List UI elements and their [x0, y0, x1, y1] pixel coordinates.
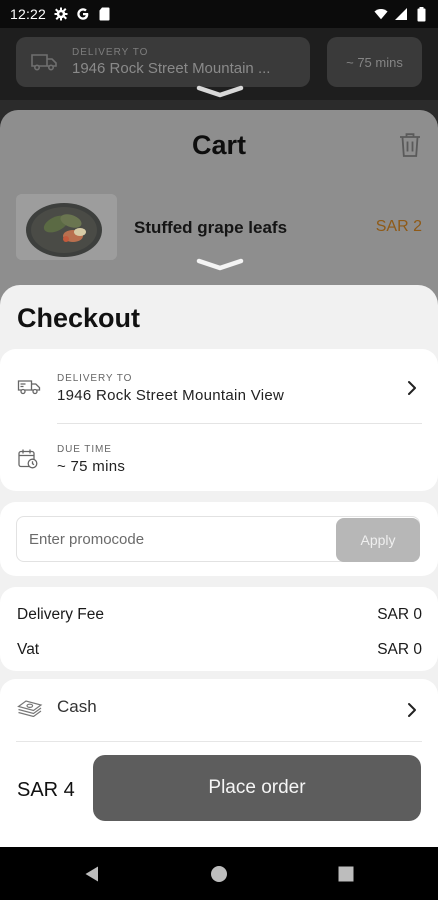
truck-icon — [30, 52, 58, 72]
payment-method-row[interactable]: Cash — [0, 679, 438, 741]
sim-card-icon — [98, 7, 112, 21]
chevron-down-icon[interactable] — [195, 84, 245, 100]
recents-icon[interactable] — [337, 865, 355, 883]
delivery-details-card: DELIVERY TO 1946 Rock Street Mountain Vi… — [0, 349, 438, 491]
checkout-title: Checkout — [17, 303, 141, 333]
payment-method-label: Cash — [57, 697, 97, 716]
vat-value: SAR 0 — [377, 641, 422, 658]
apply-promo-button[interactable]: Apply — [336, 518, 420, 562]
trash-icon[interactable] — [398, 132, 422, 158]
delivery-fee-value: SAR 0 — [377, 606, 422, 623]
delivery-fee-row: Delivery Fee SAR 0 — [17, 606, 422, 624]
status-time: 12:22 — [10, 6, 47, 22]
cash-icon — [17, 697, 43, 718]
promo-card: Apply — [0, 502, 438, 576]
vat-row: Vat SAR 0 — [17, 641, 422, 659]
top-header: DELIVERY TO 1946 Rock Street Mountain ..… — [0, 28, 438, 100]
order-footer: SAR 4 Place order — [0, 741, 438, 847]
settings-icon — [54, 7, 68, 21]
delivery-fee-label: Delivery Fee — [17, 606, 104, 623]
due-time-row: DUE TIME ~ 75 mins — [0, 424, 438, 494]
calendar-clock-icon — [17, 448, 41, 470]
truck-icon — [17, 377, 41, 399]
divider — [16, 741, 422, 742]
header-delivery-label: DELIVERY TO — [72, 47, 149, 58]
chevron-right-icon — [406, 379, 418, 397]
vat-label: Vat — [17, 641, 40, 658]
signal-icon — [394, 7, 408, 21]
cart-item-name: Stuffed grape leafs — [134, 218, 288, 237]
cart-sheet: Cart Stuffed grape leafs SAR 2 — [0, 110, 438, 310]
delivery-to-value: 1946 Rock Street Mountain View — [57, 386, 285, 404]
wifi-icon — [374, 7, 388, 21]
chevron-down-icon[interactable] — [195, 257, 245, 273]
delivery-to-row[interactable]: DELIVERY TO 1946 Rock Street Mountain Vi… — [0, 353, 438, 423]
chevron-right-icon — [406, 701, 418, 719]
fees-card: Delivery Fee SAR 0 Vat SAR 0 — [0, 587, 438, 671]
cart-item-price: SAR 2 — [375, 218, 422, 235]
place-order-button[interactable]: Place order — [93, 755, 421, 821]
due-time-value: ~ 75 mins — [57, 457, 126, 475]
cart-item-image — [16, 194, 117, 260]
header-time-estimate: ~ 75 mins — [346, 54, 403, 70]
delivery-to-label: DELIVERY TO — [57, 372, 133, 384]
battery-icon — [414, 6, 428, 21]
back-icon[interactable] — [83, 865, 101, 883]
header-delivery-address: 1946 Rock Street Mountain ... — [72, 60, 271, 77]
header-delivery-pill[interactable]: DELIVERY TO 1946 Rock Street Mountain ..… — [16, 37, 310, 87]
cart-title: Cart — [191, 130, 246, 160]
checkout-sheet: Checkout DELIVERY TO 1946 Rock Street Mo… — [0, 285, 438, 847]
header-time-pill[interactable]: ~ 75 mins — [327, 37, 422, 87]
order-total: SAR 4 — [17, 779, 75, 801]
google-icon — [76, 7, 90, 21]
system-nav-bar — [0, 847, 438, 900]
status-bar: 12:22 — [0, 0, 438, 28]
due-time-label: DUE TIME — [57, 443, 112, 455]
home-icon[interactable] — [210, 865, 228, 883]
